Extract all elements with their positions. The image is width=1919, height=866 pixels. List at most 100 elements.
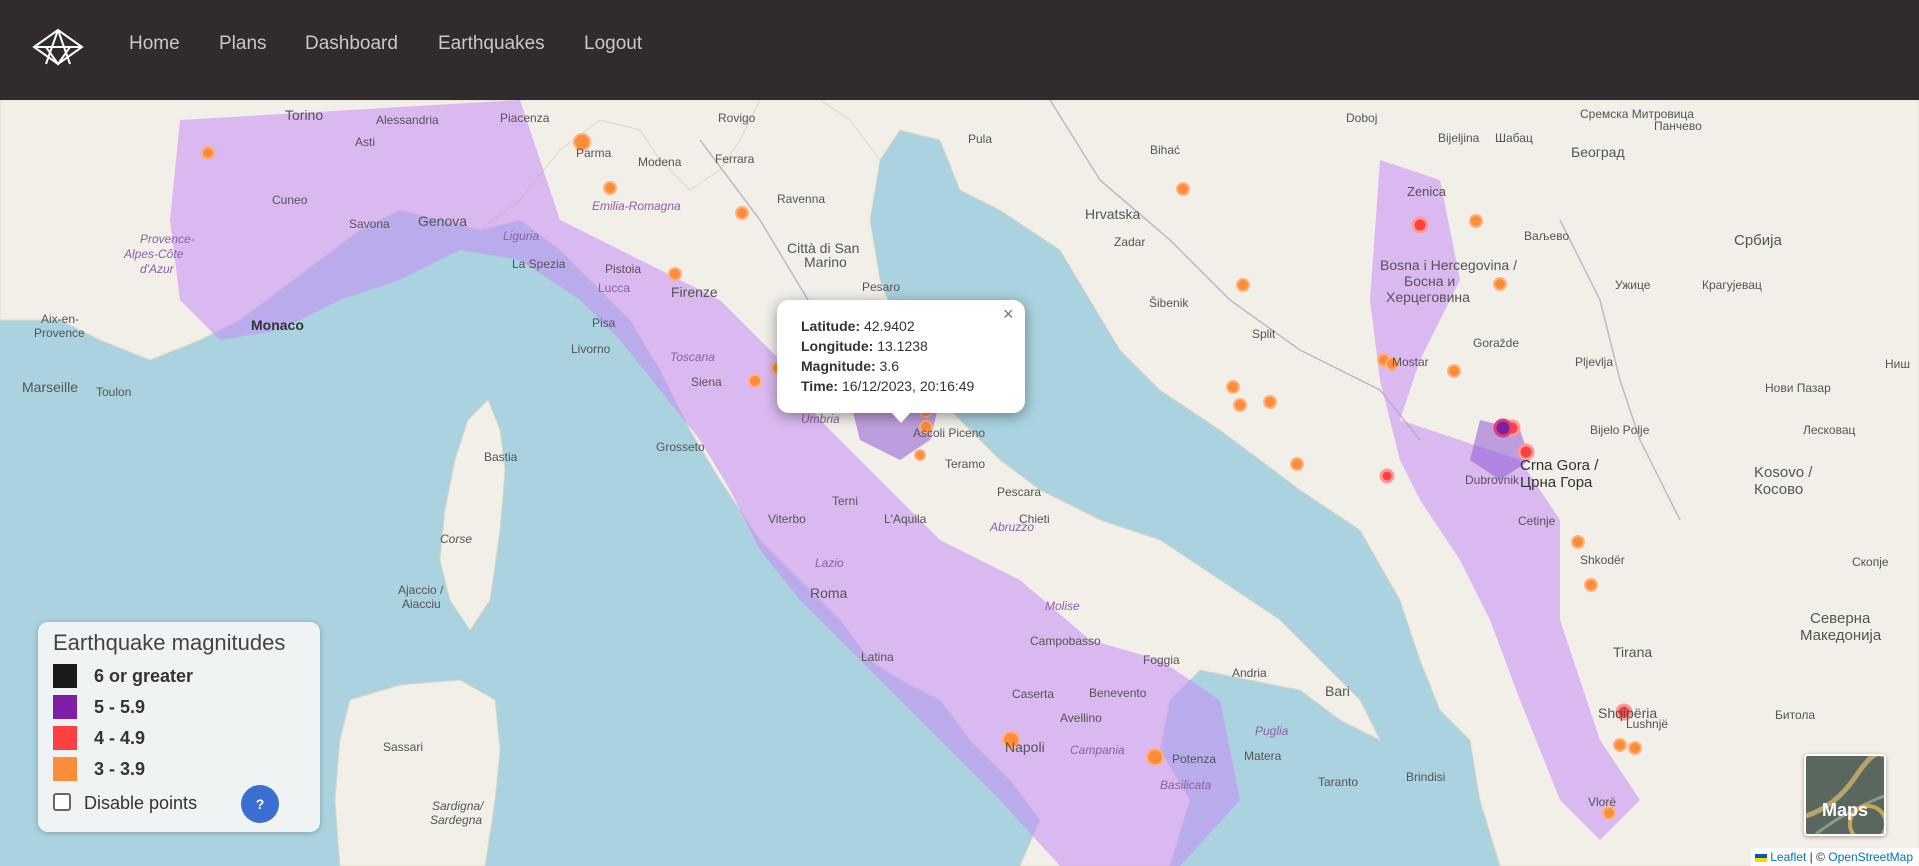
earthquake-popup: Latitude: 42.9402 Longitude: 13.1238 Mag… [777, 300, 1025, 413]
svg-text:d'Azur: d'Azur [140, 262, 175, 276]
svg-text:Bosna i Hercegovina /: Bosna i Hercegovina / [1380, 257, 1517, 273]
nav-plans-link[interactable]: Plans [219, 33, 267, 55]
popup-longitude-value: 13.1238 [877, 338, 928, 354]
disable-points-label[interactable]: Disable points [84, 793, 197, 814]
svg-text:Siena: Siena [691, 375, 722, 389]
svg-text:Andria: Andria [1232, 666, 1267, 680]
legend-title: Earthquake magnitudes [53, 630, 286, 655]
svg-text:Foggia: Foggia [1143, 653, 1180, 667]
popup-latitude-value: 42.9402 [864, 318, 915, 334]
svg-text:Avellino: Avellino [1060, 711, 1102, 725]
popup-latitude-label: Latitude: [801, 318, 861, 334]
layer-switcher-button[interactable]: Maps [1804, 754, 1886, 836]
svg-text:Marino: Marino [804, 254, 847, 270]
svg-text:Torino: Torino [285, 107, 323, 123]
svg-text:Doboj: Doboj [1346, 111, 1377, 125]
popup-magnitude-label: Magnitude: [801, 358, 876, 374]
svg-text:Parma: Parma [576, 146, 612, 160]
svg-text:Pistoia: Pistoia [605, 262, 641, 276]
openstreetmap-link[interactable]: OpenStreetMap [1828, 850, 1913, 864]
layer-switcher-label: Maps [1821, 800, 1868, 820]
svg-text:Puglia: Puglia [1255, 724, 1289, 738]
svg-text:Dubrovnik: Dubrovnik [1465, 473, 1520, 487]
svg-text:Terni: Terni [832, 494, 858, 508]
svg-text:Goražde: Goražde [1473, 336, 1519, 350]
svg-text:Lucca: Lucca [598, 281, 630, 295]
svg-text:Pesaro: Pesaro [862, 280, 900, 294]
legend-swatch [53, 664, 77, 688]
svg-text:Liguria: Liguria [503, 229, 539, 243]
svg-text:Панчево: Панчево [1654, 119, 1702, 133]
svg-text:Toulon: Toulon [96, 385, 131, 399]
svg-text:Emilia-Romagna: Emilia-Romagna [592, 199, 681, 213]
popup-tip [891, 412, 911, 423]
svg-text:Bastia: Bastia [484, 450, 518, 464]
svg-text:Zenica: Zenica [1407, 184, 1447, 199]
popup-time-label: Time: [801, 378, 839, 394]
help-button[interactable]: ? [241, 785, 279, 823]
svg-text:Piacenza: Piacenza [500, 111, 550, 125]
svg-text:Provence: Provence [34, 326, 85, 340]
legend-swatch [53, 726, 77, 750]
svg-text:Bari: Bari [1325, 683, 1350, 699]
leaflet-link[interactable]: Leaflet [1770, 850, 1806, 864]
disable-points-checkbox[interactable] [53, 793, 71, 811]
svg-text:Црна Гора: Црна Гора [1520, 474, 1593, 491]
svg-text:Ужице: Ужице [1615, 278, 1651, 292]
svg-text:Caserta: Caserta [1012, 687, 1054, 701]
logo-icon[interactable] [32, 28, 84, 66]
satellite-thumbnail-icon [1806, 756, 1884, 834]
nav-home-link[interactable]: Home [129, 33, 180, 55]
svg-text:La Spezia: La Spezia [512, 257, 566, 271]
svg-text:Босна и: Босна и [1404, 273, 1455, 289]
svg-text:Bijeljina: Bijeljina [1438, 131, 1480, 145]
svg-text:Crna Gora /: Crna Gora / [1520, 457, 1599, 474]
svg-text:Zadar: Zadar [1114, 235, 1145, 249]
nav-earthquakes-link[interactable]: Earthquakes [438, 33, 545, 55]
nav-dashboard-link[interactable]: Dashboard [305, 33, 398, 55]
popup-close-button[interactable]: × [1003, 304, 1014, 325]
svg-text:Split: Split [1252, 327, 1276, 341]
svg-text:Pula: Pula [968, 132, 992, 146]
svg-text:Vlorë: Vlorë [1588, 795, 1616, 809]
svg-text:Campobasso: Campobasso [1030, 634, 1101, 648]
svg-text:Скопје: Скопје [1852, 555, 1889, 569]
svg-text:Kosovo /: Kosovo / [1754, 464, 1813, 481]
legend-label: 4 - 4.9 [94, 728, 146, 748]
legend-swatch [53, 695, 77, 719]
svg-text:Шабац: Шабац [1495, 131, 1533, 145]
svg-text:Provence-: Provence- [140, 232, 195, 246]
svg-text:Pisa: Pisa [592, 316, 616, 330]
svg-text:Genova: Genova [418, 213, 467, 229]
popup-longitude-row: Longitude: 13.1238 [801, 337, 928, 355]
svg-text:Grosseto: Grosseto [656, 440, 705, 454]
popup-magnitude-row: Magnitude: 3.6 [801, 357, 899, 375]
svg-text:Aiacciu: Aiacciu [402, 597, 441, 611]
svg-text:Viterbo: Viterbo [768, 512, 806, 526]
svg-text:Mostar: Mostar [1392, 355, 1429, 369]
map-attribution: Leaflet | © OpenStreetMap [1751, 848, 1919, 866]
top-navbar: Home Plans Dashboard Earthquakes Logout [0, 0, 1919, 100]
svg-text:Косово: Косово [1754, 481, 1803, 498]
legend-label: 6 or greater [94, 666, 194, 686]
nav-logout-link[interactable]: Logout [584, 33, 642, 55]
svg-text:Београд: Београд [1571, 144, 1625, 160]
svg-text:Ниш: Ниш [1885, 357, 1910, 371]
svg-text:Ferrara: Ferrara [715, 152, 755, 166]
svg-text:Србија: Србија [1734, 232, 1782, 249]
svg-text:Rovigo: Rovigo [718, 111, 756, 125]
svg-text:Bijelo Polje: Bijelo Polje [1590, 423, 1650, 437]
svg-text:Taranto: Taranto [1318, 775, 1358, 789]
svg-text:Savona: Savona [349, 217, 390, 231]
svg-text:Livorno: Livorno [571, 342, 611, 356]
svg-text:Sardegna: Sardegna [430, 813, 482, 827]
magnitude-legend: Earthquake magnitudes 6 or greater 5 - 5… [38, 622, 320, 832]
svg-text:Македонија: Македонија [1800, 627, 1882, 644]
svg-text:Monaco: Monaco [251, 317, 304, 333]
svg-text:Tirana: Tirana [1613, 644, 1652, 660]
svg-text:Alessandria: Alessandria [376, 113, 439, 127]
svg-text:Asti: Asti [355, 135, 375, 149]
popup-longitude-label: Longitude: [801, 338, 874, 354]
svg-text:Umbria: Umbria [801, 412, 840, 426]
svg-text:Hrvatska: Hrvatska [1085, 206, 1140, 222]
